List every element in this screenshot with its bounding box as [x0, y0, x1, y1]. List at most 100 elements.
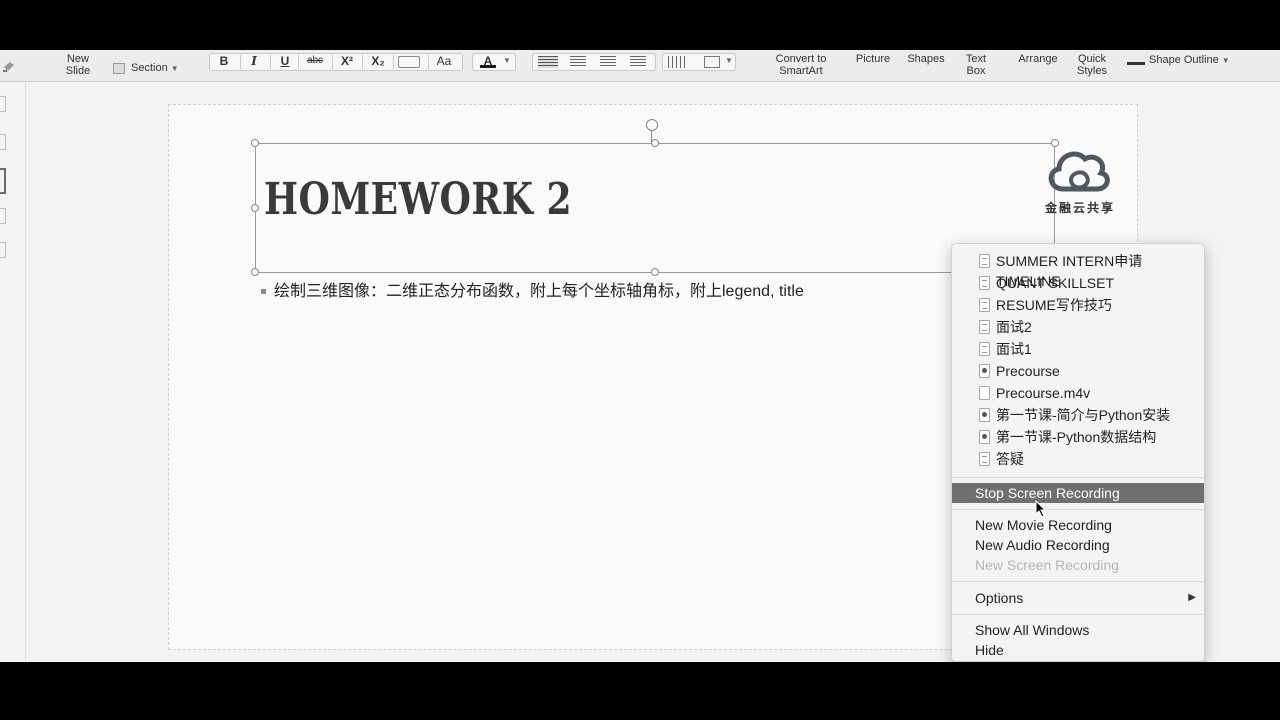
slide-thumbnail-pane[interactable] [0, 82, 26, 662]
font-color-button[interactable]: A [480, 54, 496, 68]
quick-styles-label-1: Quick [1077, 53, 1107, 65]
slide-title[interactable]: HOMEWORK 2 [264, 174, 572, 225]
quick-styles-button[interactable]: Quick Styles [1074, 53, 1110, 77]
file-icon [979, 408, 990, 422]
file-icon [979, 298, 990, 312]
cloud-logo: 金融云共享 [1035, 145, 1125, 225]
recent-file-item[interactable]: Precourse.m4v [952, 383, 1204, 403]
shapes-button[interactable]: Shapes [904, 53, 948, 65]
powerpoint-window: New Slide Section ▼ B I U abc X² X₂ Aa A… [0, 50, 1280, 662]
file-icon [979, 386, 990, 400]
pen-icon [1127, 55, 1145, 66]
menu-separator [952, 509, 1204, 510]
letterbox-bottom [0, 662, 1280, 720]
thumbnail-edge[interactable] [0, 134, 6, 150]
menu-separator [952, 581, 1204, 582]
change-case-button[interactable]: Aa [433, 54, 455, 68]
recent-file-label: 面试2 [996, 319, 1032, 335]
recent-file-item[interactable]: QUANT SKILLSET [952, 273, 1204, 293]
text-box-button[interactable]: Text Box [962, 53, 990, 77]
bullet-text[interactable]: 绘制三维图像：二维正态分布函数，附上每个坐标轴角标，附上legend, titl… [274, 283, 804, 300]
picture-button[interactable]: Picture [852, 53, 894, 65]
submenu-arrow-icon: ▶ [1188, 592, 1196, 603]
show-all-windows-item[interactable]: Show All Windows [952, 620, 1204, 640]
subscript-button[interactable]: X₂ [368, 54, 388, 68]
text-effects-icon[interactable] [398, 56, 420, 68]
dock-context-menu: SUMMER INTERN申请TIMELINE QUANT SKILLSET RES… [951, 243, 1205, 662]
shape-outline-label: Shape Outline [1149, 54, 1219, 66]
hide-item[interactable]: Hide [952, 640, 1204, 660]
new-screen-recording-item: New Screen Recording [975, 557, 1119, 573]
bullet-text-line[interactable]: 绘制三维图像：二维正态分布函数，附上每个坐标轴角标，附上legend, titl… [261, 277, 804, 301]
file-icon [979, 320, 990, 334]
thumbnail-selected-edge[interactable] [0, 168, 6, 194]
text-box-label-1: Text [965, 53, 987, 65]
align-left-icon[interactable] [538, 56, 558, 68]
new-slide-button[interactable]: New Slide [62, 53, 94, 77]
chevron-down-icon: ▼ [1221, 56, 1230, 65]
menu-separator [952, 614, 1204, 615]
recent-file-item[interactable]: 第一节课-Python数据结构 [952, 427, 1204, 447]
stop-screen-recording-item[interactable]: Stop Screen Recording [952, 483, 1204, 503]
ribbon-toolbar: New Slide Section ▼ B I U abc X² X₂ Aa A… [0, 50, 1280, 82]
text-direction-icon[interactable] [704, 56, 720, 68]
recent-file-item[interactable]: 面试1 [952, 339, 1204, 359]
format-painter-icon[interactable] [2, 60, 16, 72]
superscript-button[interactable]: X² [337, 54, 357, 68]
recent-file-label: 第一节课-Python数据结构 [996, 429, 1157, 445]
convert-to-smartart-button[interactable]: Convert to SmartArt [770, 53, 832, 77]
italic-button[interactable]: I [247, 54, 261, 68]
thumbnail-edge[interactable] [0, 96, 6, 112]
recent-file-label: 答疑 [996, 451, 1024, 467]
bold-button[interactable]: B [217, 54, 231, 68]
recent-file-item[interactable]: Precourse [952, 361, 1204, 381]
logo-text: 金融云共享 [1044, 201, 1115, 215]
convert-label-1: Convert to [775, 53, 827, 65]
file-icon [979, 276, 990, 290]
recent-file-item[interactable]: 面试2 [952, 317, 1204, 337]
options-item[interactable]: Options ▶ [952, 588, 1204, 608]
chevron-down-icon: ▼ [170, 64, 179, 73]
chevron-down-icon[interactable]: ▼ [503, 56, 511, 65]
recent-file-label: Precourse.m4v [996, 385, 1091, 401]
section-button[interactable]: Section ▼ [113, 62, 179, 75]
convert-label-2: SmartArt [779, 65, 823, 77]
bullet-marker [261, 289, 266, 295]
resize-handle[interactable] [251, 204, 259, 212]
menu-separator [952, 477, 1204, 478]
new-audio-recording-item[interactable]: New Audio Recording [952, 535, 1204, 555]
cloud-icon [1048, 151, 1110, 192]
recent-file-label: RESUME写作技巧 [996, 297, 1112, 313]
new-slide-label-2: Slide [65, 65, 91, 77]
justify-icon[interactable] [630, 56, 646, 68]
thumbnail-edge[interactable] [0, 242, 6, 258]
resize-handle[interactable] [251, 139, 259, 147]
arrange-button[interactable]: Arrange [1014, 53, 1062, 65]
underline-button[interactable]: U [278, 54, 292, 68]
quick-styles-label-2: Styles [1077, 65, 1107, 77]
recent-file-item[interactable]: SUMMER INTERN申请TIMELINE [952, 251, 1204, 289]
thumbnail-edge[interactable] [0, 208, 6, 224]
file-icon [979, 452, 990, 466]
recent-file-item[interactable]: 答疑 [952, 449, 1204, 469]
recent-file-item[interactable]: 第一节课-简介与Python安装 [952, 405, 1204, 425]
align-center-icon[interactable] [570, 56, 586, 68]
align-right-icon[interactable] [600, 56, 616, 68]
file-icon [979, 364, 990, 378]
rotate-handle-icon[interactable] [646, 119, 658, 131]
recent-file-item[interactable]: RESUME写作技巧 [952, 295, 1204, 315]
new-movie-recording-item[interactable]: New Movie Recording [952, 515, 1204, 535]
chevron-down-icon[interactable]: ▼ [725, 56, 733, 65]
options-label: Options [975, 590, 1024, 606]
shape-outline-button[interactable]: Shape Outline ▼ [1127, 54, 1230, 67]
section-label: Section [131, 62, 168, 74]
strikethrough-button[interactable]: abc [303, 54, 327, 68]
title-placeholder[interactable]: HOMEWORK 2 [251, 139, 1059, 276]
recent-file-label: 面试1 [996, 341, 1032, 357]
resize-handle[interactable] [651, 139, 659, 147]
columns-icon[interactable] [668, 56, 686, 68]
text-box-label-2: Box [966, 65, 986, 77]
letterbox-top [0, 0, 1280, 50]
resize-handle[interactable] [651, 268, 659, 276]
resize-handle[interactable] [251, 268, 259, 276]
